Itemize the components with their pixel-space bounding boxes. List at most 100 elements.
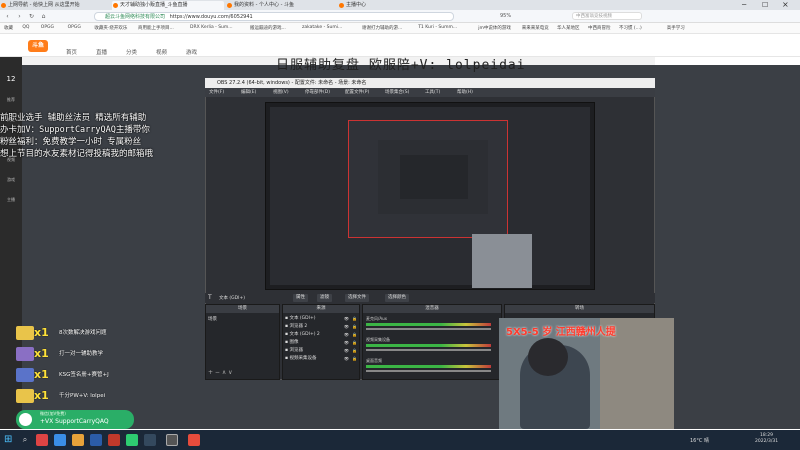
source-label: 视频采集设备 bbox=[289, 356, 317, 361]
obs-menu-item[interactable]: 编辑(E) bbox=[241, 89, 256, 95]
search-input[interactable]: 中西富翁竞技视频 bbox=[572, 12, 642, 20]
volume-slider[interactable] bbox=[366, 370, 491, 372]
sidebar-item-anchor[interactable]: 主播 bbox=[3, 197, 19, 203]
address-toolbar: ‹ › ↻ ⌂ 超云斗鱼网络科技有限公司 https://www.douyu.c… bbox=[0, 10, 800, 23]
gift-icon bbox=[16, 389, 34, 403]
source-row[interactable]: ▪ 浏览器 2 👁 🔒 bbox=[285, 323, 359, 330]
nav-live[interactable]: 直播 bbox=[96, 48, 107, 56]
nav-category[interactable]: 分类 bbox=[126, 48, 137, 56]
lock-icon[interactable]: 🔒 bbox=[352, 323, 357, 330]
lock-icon[interactable]: 🔒 bbox=[352, 347, 357, 354]
obs-menu-item[interactable]: 视图(V) bbox=[273, 89, 289, 95]
mixer-channel-label: 桌面音频 bbox=[366, 358, 382, 363]
source-row[interactable]: ▪ 图像 👁 🔒 bbox=[285, 339, 359, 346]
obs-menu-item[interactable]: 停靠部件(D) bbox=[305, 89, 330, 95]
nav-video[interactable]: 视频 bbox=[156, 48, 167, 56]
bookmark-item[interactable]: 收藏 bbox=[4, 25, 13, 31]
obs-menu-item[interactable]: 场景集合(S) bbox=[385, 89, 409, 95]
sidebar-item-recommend[interactable]: 推荐 bbox=[3, 97, 19, 103]
lock-icon[interactable]: 🔒 bbox=[352, 355, 357, 362]
gift-count: x1 bbox=[34, 389, 49, 402]
bookmark-item[interactable]: DRX Kerlia - Sum... bbox=[190, 25, 233, 30]
obs-source-toolbar: T 文本 (GDI+) 属性 滤镜 选择文件 选择颜色 bbox=[205, 293, 655, 303]
url-field[interactable]: 超云斗鱼网络科技有限公司 https://www.douyu.com/60529… bbox=[94, 12, 454, 21]
taskbar-app-icon[interactable] bbox=[188, 434, 200, 446]
bookmark-item[interactable]: 收藏夹·绕开欢乐 bbox=[94, 25, 127, 31]
gift-item: x1 8次数解决游戏问题 bbox=[16, 326, 126, 340]
nav-game[interactable]: 游戏 bbox=[186, 48, 197, 56]
minimize-icon[interactable]: ─ bbox=[742, 1, 746, 9]
taskbar-app-icon[interactable] bbox=[108, 434, 120, 446]
bookmark-item[interactable]: QQ bbox=[22, 25, 29, 30]
taskbar-app-icon[interactable] bbox=[36, 434, 48, 446]
taskbar-obs-icon[interactable] bbox=[166, 434, 178, 446]
source-label: 图像 bbox=[289, 340, 299, 345]
taskbar-browser-icon[interactable] bbox=[54, 434, 66, 446]
obs-menu-item[interactable]: 文件(F) bbox=[209, 89, 224, 95]
bookmark-item[interactable]: 中西商冒险 bbox=[588, 25, 611, 31]
bookmark-item[interactable]: 华人某地区 bbox=[557, 25, 580, 31]
obs-select-color-button[interactable]: 选择颜色 bbox=[385, 294, 409, 302]
source-row[interactable]: ▪ 视频采集设备 👁 🔒 bbox=[285, 355, 359, 362]
obs-menu-item[interactable]: 帮助(H) bbox=[457, 89, 473, 95]
bookmark-item[interactable]: 谢谢打力辅助的游... bbox=[362, 25, 402, 31]
tab-douyu-stream[interactable]: 天才辅助独小贩直播_斗鱼直播 bbox=[112, 1, 224, 10]
nav-home[interactable]: 首页 bbox=[66, 48, 77, 56]
close-icon[interactable]: × bbox=[782, 0, 789, 9]
scene-item[interactable]: 场景 bbox=[208, 316, 217, 322]
lock-icon[interactable]: 🔒 bbox=[352, 339, 357, 346]
sidebar-item-game[interactable]: 游戏 bbox=[3, 177, 19, 183]
visibility-icon[interactable]: 👁 bbox=[344, 355, 349, 362]
visibility-icon[interactable]: 👁 bbox=[344, 339, 349, 346]
taskbar-folder-icon[interactable] bbox=[72, 434, 84, 446]
zoom-level[interactable]: 95% bbox=[500, 13, 511, 19]
bookmark-item[interactable]: zakatake - Sumi... bbox=[302, 25, 342, 30]
volume-slider[interactable] bbox=[366, 349, 491, 351]
nested-webcam bbox=[472, 234, 532, 288]
visibility-icon[interactable]: 👁 bbox=[344, 347, 349, 354]
bookmark-item[interactable]: OPGG bbox=[68, 25, 81, 30]
gift-item: x1 KSG签名册+赛管+J bbox=[16, 368, 126, 382]
weather-widget[interactable]: 16°C 晴 bbox=[690, 437, 709, 444]
tab-streamer-center[interactable]: 主播中心 bbox=[338, 1, 438, 10]
windows-start-icon[interactable]: ⊞ bbox=[4, 434, 12, 446]
bookmark-item[interactable]: 搬运蹦迪的游戏... bbox=[250, 25, 286, 31]
source-row[interactable]: ▪ 文本 (GDI+) 👁 🔒 bbox=[285, 315, 359, 322]
volume-slider[interactable] bbox=[366, 328, 491, 330]
visibility-icon[interactable]: 👁 bbox=[344, 331, 349, 338]
home-icon[interactable]: ⌂ bbox=[40, 13, 47, 20]
gift-text: KSG签名册+赛管+J bbox=[59, 372, 109, 378]
tab-profile[interactable]: 我的资料 - 个人中心 - 斗鱼 bbox=[226, 1, 336, 10]
maximize-icon[interactable]: ☐ bbox=[762, 1, 768, 9]
bookmark-item[interactable]: 商用能上手项目... bbox=[138, 25, 174, 31]
visibility-icon[interactable]: 👁 bbox=[344, 323, 349, 330]
taskbar-app-icon[interactable] bbox=[126, 434, 138, 446]
bookmark-item[interactable]: 来来来某电竞 bbox=[522, 25, 549, 31]
lock-icon[interactable]: 🔒 bbox=[352, 331, 357, 338]
obs-select-file-button[interactable]: 选择文件 bbox=[345, 294, 369, 302]
forward-icon[interactable]: › bbox=[16, 13, 23, 20]
system-clock[interactable]: 18:29 2022/3/31 bbox=[755, 433, 778, 445]
douyu-logo[interactable]: 斗鱼 bbox=[28, 40, 48, 52]
bookmark-item[interactable]: OPGG bbox=[41, 25, 54, 30]
bookmark-item[interactable]: 高手学习 bbox=[667, 25, 685, 31]
taskbar-search-icon[interactable]: ⌕ bbox=[18, 433, 32, 447]
bookmark-item[interactable]: T1 Kuri - Summ... bbox=[418, 25, 457, 30]
obs-menu-item[interactable]: 配置文件(P) bbox=[345, 89, 369, 95]
bookmark-item[interactable]: 不习惯 (...) bbox=[619, 25, 642, 31]
source-row[interactable]: ▪ 文本 (GDI+) 2 👁 🔒 bbox=[285, 331, 359, 338]
back-icon[interactable]: ‹ bbox=[4, 13, 11, 20]
scene-controls-icon[interactable]: + − ∧ ∨ bbox=[208, 369, 233, 376]
bookmark-item[interactable]: jm中说体的游戏 bbox=[478, 25, 511, 31]
visibility-icon[interactable]: 👁 bbox=[344, 315, 349, 322]
lock-icon[interactable]: 🔒 bbox=[352, 315, 357, 322]
taskbar-app-icon[interactable] bbox=[90, 434, 102, 446]
obs-filters-button[interactable]: 滤镜 bbox=[317, 294, 332, 302]
obs-properties-button[interactable]: 属性 bbox=[293, 294, 308, 302]
obs-menu-item[interactable]: 工具(T) bbox=[425, 89, 440, 95]
source-row[interactable]: ▪ 浏览器 👁 🔒 bbox=[285, 347, 359, 354]
tab-navigation[interactable]: 上网导航 - 给快上网 从这里开始 bbox=[0, 1, 110, 10]
gift-text: 千分PW+V: lolpei bbox=[59, 393, 106, 399]
taskbar-steam-icon[interactable] bbox=[144, 434, 156, 446]
refresh-icon[interactable]: ↻ bbox=[28, 13, 35, 20]
